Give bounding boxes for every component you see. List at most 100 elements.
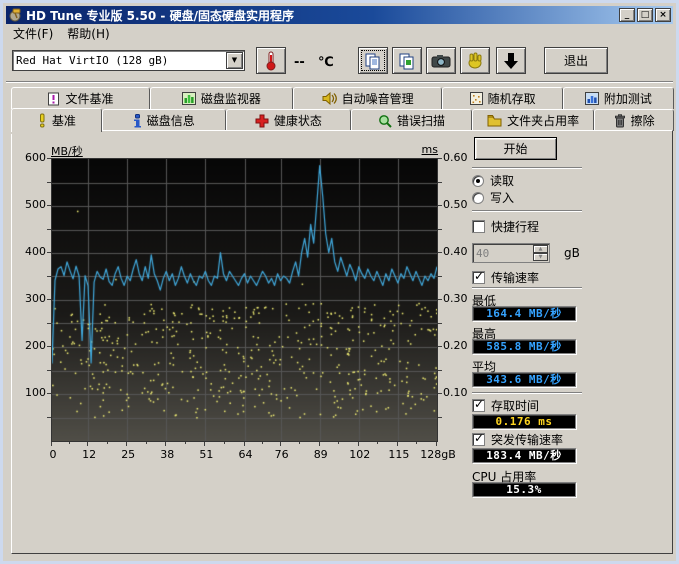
right-axis-tick — [438, 252, 442, 253]
x-axis-minor-tick — [299, 442, 300, 444]
burst-rate-display: 183.4 MB/秒 — [472, 448, 576, 463]
tab-folder-usage[interactable]: 文件夹占用率 — [472, 109, 594, 131]
read-radio[interactable] — [472, 175, 484, 187]
tab-label: 磁盘监视器 — [201, 90, 261, 107]
right-axis-tick — [438, 229, 442, 230]
transfer-rate-checkbox[interactable] — [472, 271, 485, 284]
spin-down-icon[interactable]: ▼ — [533, 253, 548, 261]
left-axis-tick — [47, 158, 51, 159]
health-cross-icon — [255, 114, 269, 128]
write-mode-option[interactable]: 写入 — [472, 190, 590, 205]
random-access-icon — [470, 92, 483, 105]
x-axis-tick — [397, 442, 398, 446]
x-axis-tick — [204, 442, 205, 446]
save-results-button[interactable] — [496, 47, 526, 74]
separator — [472, 210, 582, 212]
x-axis-tick — [126, 442, 127, 446]
temperature-button[interactable] — [256, 47, 286, 74]
x-axis-minor-tick — [185, 442, 186, 444]
short-stroke-option[interactable]: 快捷行程 — [472, 219, 590, 234]
tab-disk-monitor[interactable]: 磁盘监视器 — [150, 87, 293, 109]
copy-image-button[interactable] — [392, 47, 422, 74]
close-button[interactable]: × — [655, 8, 671, 22]
x-axis-tick — [280, 442, 281, 446]
tab-file-benchmark[interactable]: 文件基准 — [11, 87, 150, 109]
speaker-icon — [322, 92, 337, 105]
copy-icon — [364, 52, 382, 70]
benchmark-page: MB/秒 ms 6005004003002001000.600.500.400.… — [11, 130, 673, 554]
x-axis-tick-label: 51 — [184, 448, 228, 461]
x-axis-minor-tick — [262, 442, 263, 444]
transfer-rate-option[interactable]: 传输速率 — [472, 270, 590, 285]
short-stroke-checkbox[interactable] — [472, 220, 485, 233]
exit-button[interactable]: 退出 — [544, 47, 608, 74]
menu-file[interactable]: 文件(F) — [6, 23, 60, 44]
tab-label: 错误扫描 — [397, 112, 445, 129]
left-axis-tick-label: 600 — [16, 151, 46, 164]
x-axis-tick — [319, 442, 320, 446]
left-axis-tick — [47, 182, 51, 183]
tab-random-access[interactable]: 随机存取 — [442, 87, 562, 109]
left-axis-tick-label: 300 — [16, 292, 46, 305]
short-stroke-spinbox[interactable]: 40 ▲ ▼ — [472, 243, 550, 263]
burst-rate-option[interactable]: 突发传输速率 — [472, 432, 590, 447]
left-axis-tick — [47, 323, 51, 324]
x-axis-tick-label: 76 — [260, 448, 304, 461]
x-axis-minor-tick — [338, 442, 339, 444]
left-axis-title: MB/秒 — [51, 143, 83, 159]
tab-disk-info[interactable]: 磁盘信息 — [102, 109, 226, 131]
start-button[interactable]: 开始 — [474, 137, 557, 160]
benchmark-chart-canvas — [51, 158, 438, 442]
x-axis-minor-tick — [107, 442, 108, 444]
tab-label: 健康状态 — [274, 112, 322, 129]
read-mode-option[interactable]: 读取 — [472, 173, 590, 188]
max-transfer-rate-display: 585.8 MB/秒 — [472, 339, 576, 354]
right-axis-tick — [438, 276, 442, 277]
x-axis-tick-label: 102 — [338, 448, 382, 461]
left-axis-tick — [47, 205, 51, 206]
transfer-rate-label: 传输速率 — [491, 269, 539, 286]
cpu-usage-display: 15.3% — [472, 482, 576, 497]
tab-row-bottom: 基准 磁盘信息 健康状态 错误扫描 文件夹占用率 擦除 — [11, 109, 674, 131]
access-time-option[interactable]: 存取时间 — [472, 398, 590, 413]
access-time-display: 0.176 ms — [472, 414, 576, 429]
disk-monitor-icon — [182, 92, 196, 105]
x-axis-minor-tick — [416, 442, 417, 444]
options-button[interactable] — [460, 47, 490, 74]
tab-error-scan[interactable]: 错误扫描 — [351, 109, 472, 131]
short-stroke-unit: gB — [564, 246, 580, 260]
chevron-down-icon[interactable]: ▼ — [226, 52, 243, 69]
tab-aam[interactable]: 自动噪音管理 — [293, 87, 443, 109]
avg-label: 平均 — [472, 358, 590, 371]
tab-benchmark[interactable]: 基准 — [11, 108, 102, 132]
minimize-button[interactable]: _ — [619, 8, 635, 22]
temperature-value: -- — [294, 55, 305, 70]
menu-help[interactable]: 帮助(H) — [60, 23, 116, 44]
copy-text-button[interactable] — [358, 47, 388, 74]
x-axis-tick-label: 128gB — [416, 448, 460, 461]
separator — [472, 392, 582, 394]
x-axis-tick — [244, 442, 245, 446]
screenshot-button[interactable] — [426, 47, 456, 74]
tab-erase[interactable]: 擦除 — [594, 109, 674, 131]
camera-icon — [431, 53, 451, 69]
burst-rate-checkbox[interactable] — [472, 433, 485, 446]
left-axis-tick — [47, 276, 51, 277]
tab-health[interactable]: 健康状态 — [226, 109, 351, 131]
access-time-checkbox[interactable] — [472, 399, 485, 412]
file-benchmark-icon — [47, 92, 60, 106]
tab-extra-tests[interactable]: 附加测试 — [563, 87, 674, 109]
drive-select[interactable]: Red Hat VirtIO (128 gB) ▼ — [12, 50, 245, 71]
x-axis-minor-tick — [69, 442, 70, 444]
x-axis-tick-label: 115 — [377, 448, 421, 461]
right-axis-tick-label: 0.20 — [443, 339, 468, 352]
maximize-button[interactable]: □ — [637, 8, 653, 22]
down-arrow-icon — [503, 52, 519, 70]
separator — [472, 167, 582, 169]
left-axis-tick — [47, 393, 51, 394]
write-radio[interactable] — [472, 192, 484, 204]
spin-up-icon[interactable]: ▲ — [533, 245, 548, 253]
tab-label: 随机存取 — [488, 90, 536, 107]
right-axis-tick-label: 0.30 — [443, 292, 468, 305]
magnifier-icon — [378, 114, 392, 128]
